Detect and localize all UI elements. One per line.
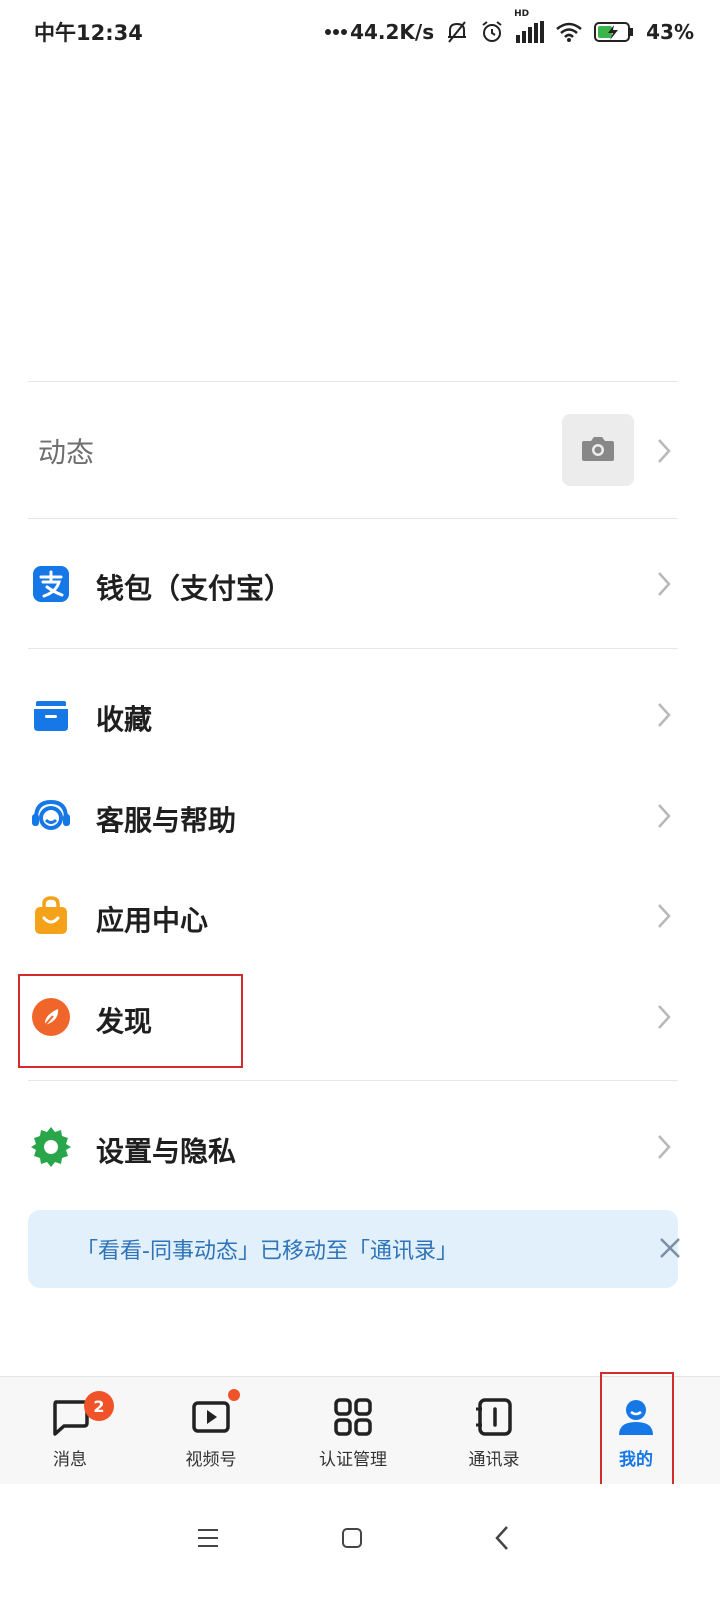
chevron-right-icon	[652, 700, 676, 730]
dots-icon	[324, 28, 348, 36]
camera-icon	[581, 434, 615, 466]
menu-item-label: 应用中心	[96, 904, 209, 937]
tab-label: 通讯录	[468, 1450, 520, 1470]
menu-item-label: 钱包（支付宝）	[96, 572, 293, 605]
menu-item-wallet[interactable]: 钱包（支付宝）	[0, 553, 720, 615]
alarm-icon	[480, 20, 504, 44]
moments-label: 动态	[38, 436, 95, 469]
divider	[28, 1080, 678, 1081]
gear-icon	[30, 1126, 72, 1168]
chevron-right-icon	[652, 801, 676, 831]
tab-label: 消息	[53, 1450, 87, 1470]
chevron-right-icon	[652, 569, 676, 599]
menu-item-app-center[interactable]: 应用中心	[0, 885, 720, 947]
camera-button[interactable]	[562, 414, 634, 486]
network-speed: 44.2K/s	[350, 20, 435, 44]
highlight-box-me	[600, 1372, 674, 1492]
chevron-right-icon	[652, 1132, 676, 1162]
headset-icon	[30, 795, 72, 837]
home-icon[interactable]	[334, 1520, 370, 1556]
folder-icon	[30, 694, 72, 736]
notification-dot	[228, 1389, 240, 1401]
video-icon	[189, 1395, 233, 1439]
signal-icon: HD	[514, 9, 545, 43]
wifi-icon	[556, 22, 582, 42]
hd-label: HD	[514, 9, 530, 19]
divider	[28, 648, 678, 649]
moments-row[interactable]: 动态	[0, 382, 720, 520]
menu-item-support[interactable]: 客服与帮助	[0, 785, 720, 847]
chevron-right-icon	[652, 901, 676, 931]
highlight-box-discover	[18, 974, 243, 1068]
status-bar: 中午12:34 44.2K/s HD 43%	[0, 0, 720, 64]
tab-messages[interactable]: 2 消息	[10, 1377, 130, 1485]
tab-label: 认证管理	[319, 1450, 387, 1470]
menu-item-label: 收藏	[96, 703, 153, 736]
tab-certification[interactable]: 认证管理	[293, 1377, 413, 1485]
mute-bell-icon	[446, 20, 468, 44]
menu-item-settings[interactable]: 设置与隐私	[0, 1116, 720, 1178]
status-icons: 44.2K/s HD 43%	[324, 9, 694, 44]
battery-icon	[594, 21, 634, 43]
back-icon[interactable]	[484, 1520, 520, 1556]
tab-contacts[interactable]: 通讯录	[434, 1377, 554, 1485]
status-time: 中午12:34	[34, 21, 143, 45]
divider	[28, 518, 678, 519]
notice-banner: 「看看-同事动态」已移动至「通讯录」	[28, 1210, 680, 1288]
chevron-right-icon	[652, 1002, 676, 1032]
battery-percent: 43%	[646, 20, 694, 44]
chevron-right-icon	[652, 436, 676, 466]
tab-video[interactable]: 视频号	[151, 1377, 271, 1485]
close-icon[interactable]	[656, 1234, 684, 1262]
alipay-icon	[30, 563, 72, 605]
grid-icon	[331, 1395, 375, 1439]
menu-icon[interactable]	[190, 1520, 226, 1556]
notice-text: 「看看-同事动态」已移动至「通讯录」	[76, 1239, 458, 1264]
unread-badge: 2	[84, 1391, 114, 1421]
menu-item-favorites[interactable]: 收藏	[0, 684, 720, 746]
menu-item-label: 客服与帮助	[96, 804, 237, 837]
tab-label: 视频号	[185, 1450, 237, 1470]
system-nav-bar	[0, 1484, 720, 1600]
menu-item-label: 设置与隐私	[96, 1135, 237, 1168]
shopping-bag-icon	[30, 895, 72, 937]
contacts-icon	[472, 1395, 516, 1439]
